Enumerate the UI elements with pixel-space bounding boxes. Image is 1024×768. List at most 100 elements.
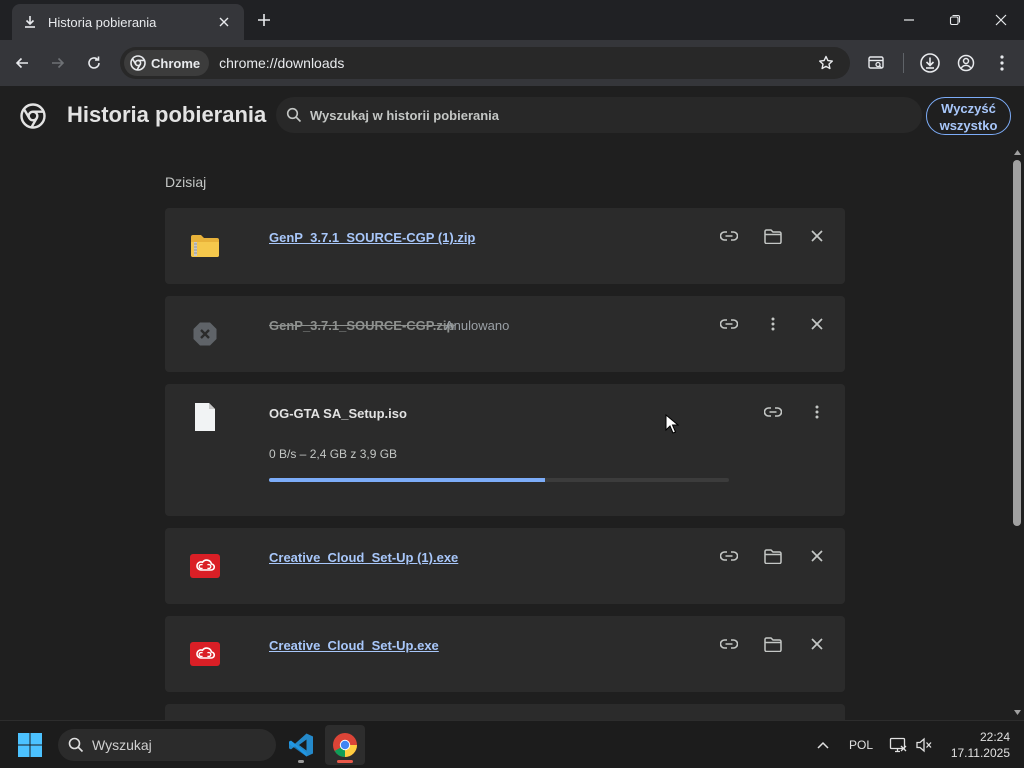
app-active-indicator: [337, 760, 353, 763]
minimize-icon: [904, 19, 914, 21]
language-indicator[interactable]: POL: [846, 733, 876, 757]
profile-button[interactable]: [952, 49, 980, 77]
mouse-cursor-icon: [665, 414, 679, 434]
arrow-right-icon: [52, 57, 65, 69]
clock-time: 22:24: [979, 730, 1010, 744]
show-in-folder-button[interactable]: [759, 630, 787, 658]
tab-title: Historia pobierania: [48, 14, 157, 30]
show-in-folder-button[interactable]: [759, 542, 787, 570]
date-section-label: Dzisiaj: [165, 174, 207, 190]
toolbar: Chrome chrome://downloads: [0, 40, 1024, 86]
cancelled-icon: [189, 318, 221, 350]
download-file-name: OG-GTA SA_Setup.iso: [269, 406, 407, 421]
more-actions-button[interactable]: [803, 398, 831, 426]
scroll-up-icon: [1014, 150, 1021, 155]
search-box[interactable]: [276, 97, 922, 133]
app-running-indicator: [298, 760, 304, 763]
windows-start-icon[interactable]: [16, 731, 44, 759]
close-window-button[interactable]: [978, 0, 1024, 40]
network-icon[interactable]: [886, 733, 910, 757]
taskbar-search-input[interactable]: [92, 737, 262, 753]
menu-button[interactable]: [988, 49, 1016, 77]
close-icon: [995, 14, 1007, 26]
show-in-folder-button[interactable]: [759, 222, 787, 250]
remove-download-button[interactable]: [803, 630, 831, 658]
clear-all-button[interactable]: Wyczyść wszystko: [926, 97, 1011, 135]
reload-icon: [88, 56, 100, 69]
show-hidden-icons-button[interactable]: [812, 733, 834, 757]
copy-link-button[interactable]: [759, 398, 787, 426]
page-title: Historia pobierania: [67, 102, 267, 127]
download-progress-bar: [269, 478, 729, 482]
folder-icon: [764, 228, 782, 244]
download-file-link[interactable]: Creative_Cloud_Set-Up.exe: [269, 638, 439, 653]
copy-link-button[interactable]: [715, 222, 743, 250]
url-text[interactable]: chrome://downloads: [219, 55, 812, 71]
reading-mode-button[interactable]: [862, 49, 890, 77]
restore-button[interactable]: [932, 0, 978, 40]
plus-icon: [258, 14, 270, 26]
copy-link-button[interactable]: [715, 310, 743, 338]
minimize-button[interactable]: [886, 0, 932, 40]
download-item: GenP_3.7.1_SOURCE-CGP (1).zip: [165, 208, 845, 284]
vscode-icon: [289, 733, 313, 757]
download-item: Creative_Cloud_Set-Up.exe: [165, 616, 845, 692]
link-icon: [764, 407, 782, 417]
volume-muted-icon[interactable]: [912, 733, 936, 757]
download-item: [165, 704, 845, 720]
bookmark-star-icon[interactable]: [812, 49, 840, 77]
tab-strip: Historia pobierania: [0, 0, 1024, 40]
download-file-link[interactable]: Creative_Cloud_Set-Up (1).exe: [269, 550, 458, 565]
search-icon: [286, 107, 302, 123]
downloads-page: Historia pobierania Wyczyść wszystko Dzi…: [0, 86, 1024, 720]
link-icon: [720, 639, 738, 649]
address-bar[interactable]: Chrome chrome://downloads: [120, 47, 850, 79]
file-icon: [189, 401, 221, 433]
search-input[interactable]: [310, 107, 890, 123]
forward-button[interactable]: [44, 49, 72, 77]
system-clock[interactable]: 22:24 17.11.2025: [940, 729, 1010, 761]
download-item: Creative_Cloud_Set-Up (1).exe: [165, 528, 845, 604]
taskbar-search[interactable]: [58, 729, 276, 761]
download-item: OG-GTA SA_Setup.iso 0 B/s – 2,4 GB z 3,9…: [165, 384, 845, 516]
zip-folder-icon: [189, 230, 221, 262]
back-button[interactable]: [8, 49, 36, 77]
tab-search-icon: [868, 56, 884, 69]
link-icon: [720, 319, 738, 329]
search-icon: [68, 737, 84, 753]
chrome-logo-icon: [130, 55, 146, 71]
progress-fill: [269, 478, 545, 482]
clear-all-line1: Wyczyść: [941, 100, 996, 116]
taskbar-app-chrome[interactable]: [325, 725, 365, 765]
remove-download-button[interactable]: [803, 542, 831, 570]
copy-link-button[interactable]: [715, 542, 743, 570]
link-icon: [720, 551, 738, 561]
download-status: Anulowano: [445, 318, 510, 333]
site-info-chip[interactable]: Chrome: [124, 50, 210, 76]
kebab-menu-icon: [815, 405, 819, 419]
tab-downloads[interactable]: Historia pobierania: [12, 4, 244, 40]
scrollbar-thumb[interactable]: [1013, 160, 1021, 526]
download-icon: [22, 14, 38, 30]
chevron-up-icon: [817, 741, 829, 749]
close-icon: [811, 230, 823, 242]
remove-download-button[interactable]: [803, 310, 831, 338]
download-file-link[interactable]: GenP_3.7.1_SOURCE-CGP (1).zip: [269, 230, 475, 245]
toolbar-separator: [903, 53, 904, 73]
download-item: GenP_3.7.1_SOURCE-CGP.zip Anulowano: [165, 296, 845, 372]
new-tab-button[interactable]: [252, 8, 276, 32]
more-actions-button[interactable]: [759, 310, 787, 338]
scrollbar[interactable]: [1011, 148, 1024, 720]
clear-all-line2: wszystko: [939, 117, 998, 133]
tab-close-icon[interactable]: [214, 12, 234, 32]
reload-button[interactable]: [80, 49, 108, 77]
arrow-left-icon: [15, 57, 28, 69]
copy-link-button[interactable]: [715, 630, 743, 658]
downloads-button[interactable]: [916, 49, 944, 77]
taskbar: POL 22:24 17.11.2025: [0, 720, 1024, 768]
chip-label: Chrome: [151, 55, 201, 71]
remove-download-button[interactable]: [803, 222, 831, 250]
taskbar-app-vscode[interactable]: [281, 725, 321, 765]
folder-icon: [764, 636, 782, 652]
chrome-logo-icon: [20, 103, 46, 129]
